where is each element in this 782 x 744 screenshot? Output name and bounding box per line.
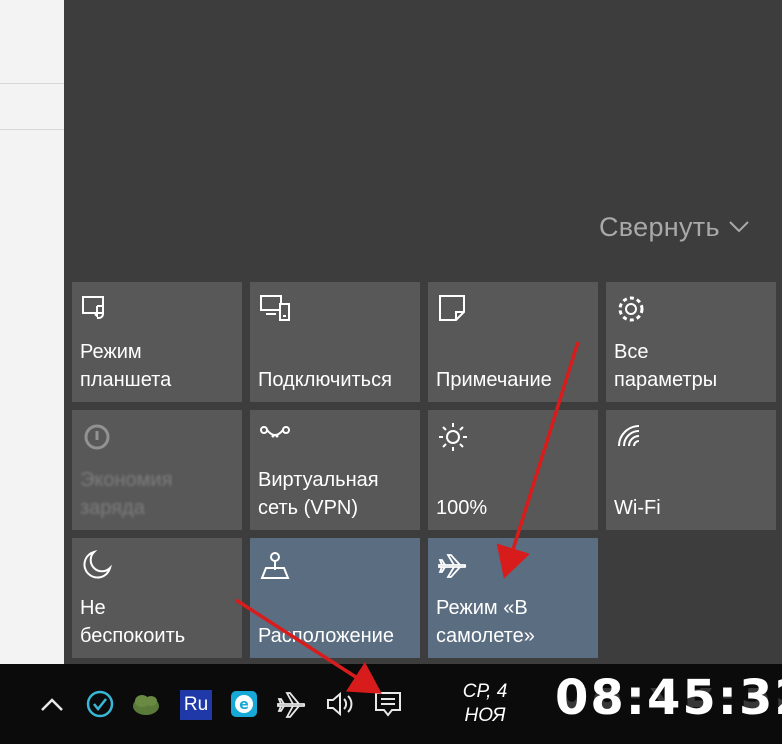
speaker-icon xyxy=(327,691,353,717)
tile-airplane-mode[interactable]: Режим «В самолете» xyxy=(428,538,598,658)
app-tray-icon[interactable] xyxy=(128,686,164,722)
window-divider xyxy=(0,83,64,84)
tablet-mode-icon xyxy=(80,292,114,326)
wifi-icon xyxy=(614,420,648,454)
collapse-label: Свернуть xyxy=(599,211,720,242)
tile-location[interactable]: Расположение xyxy=(250,538,420,658)
connect-icon xyxy=(258,292,292,326)
date-display[interactable]: СР, 4 НОЯ xyxy=(440,680,530,728)
collapse-button[interactable]: Свернуть xyxy=(599,211,750,243)
e-app-icon: e xyxy=(231,691,257,717)
tile-label: Виртуальная сеть (VPN) xyxy=(258,469,379,519)
tile-label: 100% xyxy=(436,497,488,519)
tile-battery-saver[interactable]: Экономия заряда xyxy=(72,410,242,530)
tile-label: Подключиться xyxy=(258,369,392,391)
tile-quiet-hours[interactable]: Не беспокоить xyxy=(72,538,242,658)
tile-connect[interactable]: Подключиться xyxy=(250,282,420,402)
tile-wifi[interactable]: Wi-Fi xyxy=(606,410,776,530)
tile-all-settings[interactable]: Все параметры xyxy=(606,282,776,402)
language-indicator[interactable]: Ru xyxy=(180,690,212,720)
tile-note[interactable]: Примечание xyxy=(428,282,598,402)
note-icon xyxy=(436,292,470,326)
weekday-day: СР, 4 xyxy=(462,681,508,702)
action-center-button[interactable] xyxy=(370,686,406,722)
tile-label: Режим планшета xyxy=(80,341,172,391)
check-circle-tray-icon[interactable] xyxy=(82,686,118,722)
cloud-app-icon xyxy=(133,695,159,715)
tile-label: Примечание xyxy=(436,369,552,391)
tile-brightness[interactable]: 100% xyxy=(428,410,598,530)
chevron-up-icon xyxy=(41,698,63,711)
vpn-icon xyxy=(258,420,292,454)
tile-label: Не беспокоить xyxy=(80,597,186,647)
taskbar: Ru e СР, 4 НОЯ 08:45:32 08:45:32 xyxy=(0,664,782,744)
airplane-icon xyxy=(277,692,306,718)
tile-vpn[interactable]: Виртуальная сеть (VPN) xyxy=(250,410,420,530)
gear-icon xyxy=(614,292,648,326)
chevron-down-icon xyxy=(729,221,749,233)
check-circle-icon xyxy=(86,690,114,718)
e-app-tray-icon[interactable]: e xyxy=(226,686,262,722)
notification-icon xyxy=(375,692,401,717)
brightness-icon xyxy=(436,420,470,454)
month: НОЯ xyxy=(464,705,506,726)
svg-text:e: e xyxy=(239,697,249,713)
moon-icon xyxy=(80,548,114,582)
location-icon xyxy=(258,548,292,582)
airplane-mode-tray-icon[interactable] xyxy=(274,686,310,722)
battery-saver-icon xyxy=(80,420,114,454)
tile-label: Расположение xyxy=(258,625,394,647)
tile-tablet-mode[interactable]: Режим планшета xyxy=(72,282,242,402)
tile-label: Экономия заряда xyxy=(80,469,173,519)
clock-reflection: 08:45:32 xyxy=(555,688,782,716)
tile-label: Все параметры xyxy=(614,341,718,391)
window-divider xyxy=(0,129,64,130)
tile-label: Wi-Fi xyxy=(614,497,661,519)
show-hidden-icons-button[interactable] xyxy=(34,686,70,722)
tile-label: Режим «В самолете» xyxy=(436,597,535,647)
volume-tray-icon[interactable] xyxy=(322,686,358,722)
background-window xyxy=(0,0,64,664)
airplane-icon xyxy=(436,548,470,582)
